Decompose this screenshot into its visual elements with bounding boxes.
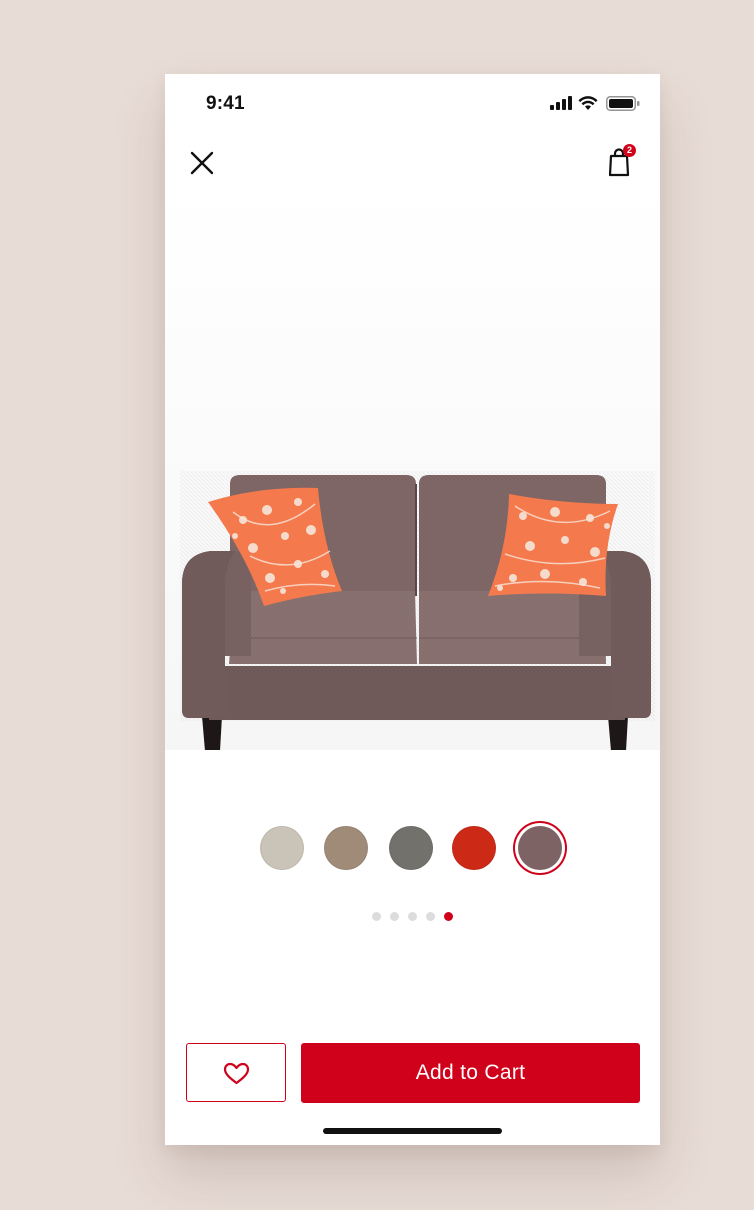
swatch-grey[interactable] [389,826,433,870]
pagination-dot[interactable] [444,912,453,921]
phone-screen: 9:41 2 Add to Cart [165,74,660,1145]
image-pagination [165,912,660,924]
swatch-mauve[interactable] [518,826,562,870]
pagination-dot[interactable] [408,912,417,921]
wifi-icon [578,96,598,110]
swatch-light-grey[interactable] [260,826,304,870]
heart-icon [223,1062,250,1085]
status-time: 9:41 [206,93,245,114]
cart-button[interactable]: 2 [602,144,636,178]
sofa-illustration [180,471,655,750]
nav-bar: 2 [165,140,660,186]
close-button[interactable] [187,148,217,178]
close-icon [190,151,214,175]
color-swatches [165,822,660,874]
pagination-dot[interactable] [390,912,399,921]
add-to-cart-button[interactable]: Add to Cart [301,1043,640,1103]
signal-icon [550,96,572,110]
product-image[interactable] [165,186,660,750]
status-bar: 9:41 [165,74,660,134]
favorite-button[interactable] [186,1043,286,1102]
pagination-dot[interactable] [426,912,435,921]
pagination-dot[interactable] [372,912,381,921]
cart-count-badge: 2 [623,144,636,157]
swatch-red[interactable] [452,826,496,870]
status-icons [550,96,640,112]
swatch-tan[interactable] [324,826,368,870]
home-indicator [323,1128,502,1134]
battery-icon [606,96,640,111]
